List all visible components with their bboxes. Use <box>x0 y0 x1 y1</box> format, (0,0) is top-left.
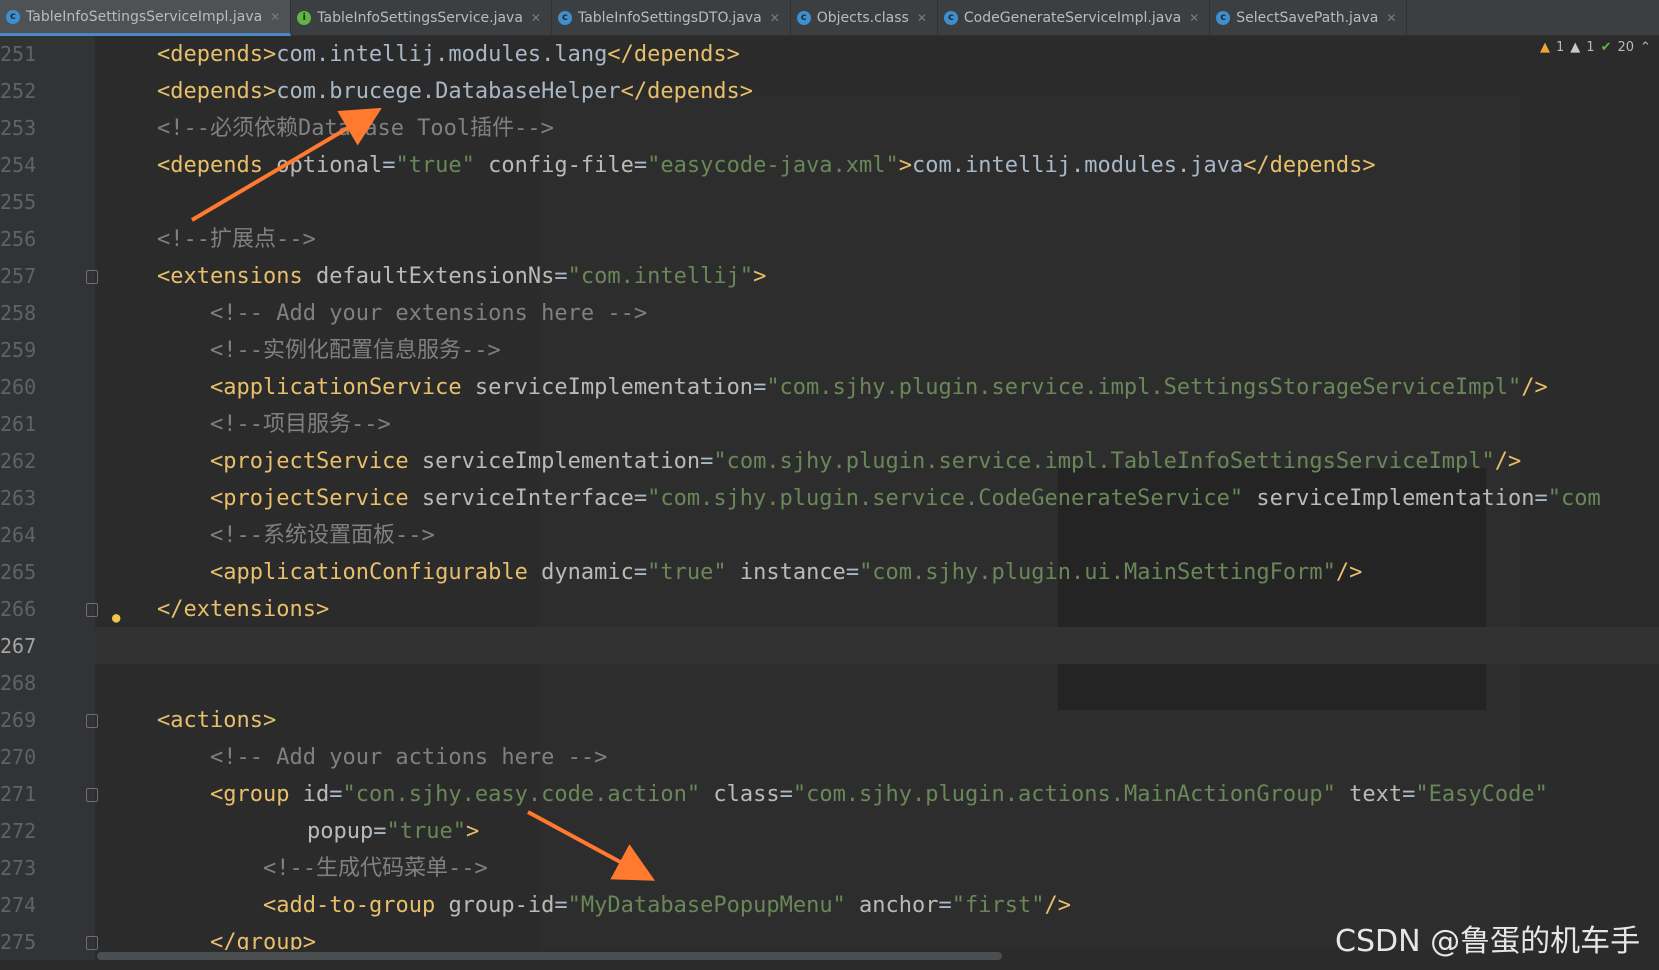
line-number: 253 <box>0 116 37 140</box>
class-icon: c <box>557 11 572 25</box>
line-number: 272 <box>0 819 37 843</box>
code-line-271: <group id="con.sjhy.easy.code.action" cl… <box>210 782 1548 807</box>
watermark: CSDN @鲁蛋的机车手 <box>1335 924 1641 959</box>
inspection-status[interactable]: ▲ 1 ▲ 1 ✔ 20 ⌃ <box>1540 40 1651 55</box>
class-icon: c <box>943 11 958 25</box>
line-number: 252 <box>0 79 37 103</box>
tab-label: CodeGenerateServiceImpl.java <box>963 10 1182 26</box>
line-number: 258 <box>0 301 37 325</box>
line-number: 262 <box>0 449 37 473</box>
close-icon[interactable]: ✕ <box>270 10 280 24</box>
line-number: 251 <box>0 42 37 66</box>
scrollbar-thumb[interactable] <box>97 952 1002 960</box>
line-number: 254 <box>0 153 37 177</box>
code-line-264: <!--系统设置面板--> <box>210 523 435 548</box>
tab-codegenerateserviceimpl[interactable]: c CodeGenerateServiceImpl.java ✕ <box>938 0 1211 36</box>
warning-count: 1 <box>1556 40 1565 55</box>
code-line-273: <!--生成代码菜单--> <box>263 856 488 881</box>
interface-icon: i <box>297 11 312 25</box>
class-icon: c <box>6 9 20 24</box>
check-count: 20 <box>1617 40 1635 55</box>
chevron-up-icon[interactable]: ⌃ <box>1640 40 1651 55</box>
code-line-265: <applicationConfigurable dynamic="true" … <box>210 560 1363 585</box>
weak-warning-icon: ▲ <box>1570 40 1581 55</box>
code-line-262: <projectService serviceImplementation="c… <box>210 449 1522 474</box>
class-icon: c <box>796 11 811 25</box>
close-icon[interactable]: ✕ <box>1386 11 1396 25</box>
code-line-261: <!--项目服务--> <box>210 412 391 437</box>
tab-label: SelectSavePath.java <box>1236 10 1379 26</box>
line-number: 263 <box>0 486 37 510</box>
tab-objects-class[interactable]: c Objects.class ✕ <box>791 0 938 36</box>
code-editor[interactable]: <depends>com.intellij.modules.lang</depe… <box>95 36 1659 960</box>
code-line-269: <actions> <box>157 708 277 733</box>
current-line-highlight <box>95 627 1659 664</box>
code-line-263: <projectService serviceInterface="com.sj… <box>210 486 1601 511</box>
line-number: 273 <box>0 856 37 880</box>
close-icon[interactable]: ✕ <box>531 11 541 25</box>
tab-tableinfosettingsserviceimpl[interactable]: c TableInfoSettingsServiceImpl.java ✕ <box>0 0 292 36</box>
line-number: 274 <box>0 893 37 917</box>
line-number: 266 <box>0 597 37 621</box>
tab-tableinfosettingsservice[interactable]: i TableInfoSettingsService.java ✕ <box>291 0 552 36</box>
check-icon: ✔ <box>1600 40 1612 55</box>
weak-warning-count: 1 <box>1586 40 1595 55</box>
tab-label: Objects.class <box>816 10 909 26</box>
class-icon: c <box>1216 11 1231 25</box>
code-line-256: <!--扩展点--> <box>157 227 316 252</box>
close-icon[interactable]: ✕ <box>1189 11 1199 25</box>
tab-label: TableInfoSettingsServiceImpl.java <box>26 8 263 25</box>
tab-label: TableInfoSettingsService.java <box>317 10 523 26</box>
code-line-274: <add-to-group group-id="MyDatabasePopupM… <box>263 893 1071 918</box>
tab-label: TableInfoSettingsDTO.java <box>577 10 762 26</box>
line-number-current: 267 <box>0 634 37 658</box>
line-number: 256 <box>0 227 37 251</box>
close-icon[interactable]: ✕ <box>770 11 780 25</box>
line-number: 275 <box>0 930 37 954</box>
line-number: 255 <box>0 190 37 214</box>
close-icon[interactable]: ✕ <box>917 11 927 25</box>
code-line-266: </extensions> <box>157 597 330 622</box>
line-number: 259 <box>0 338 37 362</box>
code-line-270: <!-- Add your actions here --> <box>210 745 608 770</box>
code-line-252: <depends>com.brucege.DatabaseHelper</dep… <box>157 79 754 104</box>
line-number: 261 <box>0 412 37 436</box>
line-number: 265 <box>0 560 37 584</box>
code-line-254: <depends optional="true" config-file="ea… <box>157 153 1376 178</box>
code-line-251: <depends>com.intellij.modules.lang</depe… <box>157 42 740 67</box>
editor-tab-bar: c TableInfoSettingsServiceImpl.java ✕ i … <box>0 0 1659 36</box>
code-line-260: <applicationService serviceImplementatio… <box>210 375 1548 400</box>
line-number: 268 <box>0 671 37 695</box>
line-number: 270 <box>0 745 37 769</box>
line-number: 260 <box>0 375 37 399</box>
code-line-257: <extensions defaultExtensionNs="com.inte… <box>157 264 767 289</box>
warning-icon: ▲ <box>1540 40 1550 55</box>
code-line-258: <!-- Add your extensions here --> <box>210 301 648 326</box>
line-number: 269 <box>0 708 37 732</box>
line-number: 264 <box>0 523 37 547</box>
line-number: 257 <box>0 264 37 288</box>
tab-tableinfosettingsdto[interactable]: c TableInfoSettingsDTO.java ✕ <box>552 0 791 36</box>
code-line-259: <!--实例化配置信息服务--> <box>210 338 501 363</box>
code-line-253: <!--必须依赖Database Tool插件--> <box>157 116 554 141</box>
line-number-gutter: 251 252 253 254 255 256 257 258 259 260 … <box>0 36 120 960</box>
line-number: 271 <box>0 782 37 806</box>
code-line-272: popup="true"> <box>307 819 480 844</box>
tab-selectsavepath[interactable]: c SelectSavePath.java ✕ <box>1210 0 1408 36</box>
